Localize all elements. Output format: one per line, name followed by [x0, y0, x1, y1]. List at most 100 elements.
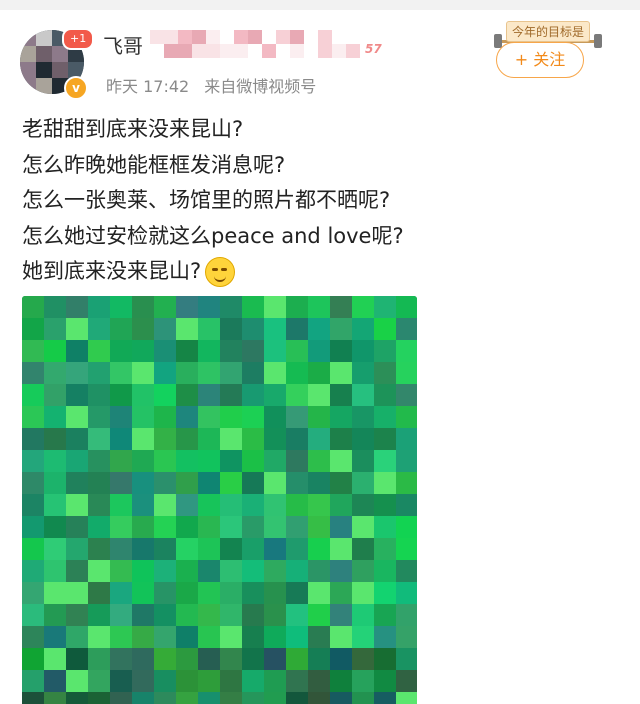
mosaic-cell — [44, 428, 66, 450]
name-mosaic-cell — [206, 44, 220, 58]
mosaic-cell — [66, 604, 88, 626]
mosaic-cell — [66, 626, 88, 648]
mosaic-cell — [374, 428, 396, 450]
mosaic-cell — [132, 494, 154, 516]
mosaic-cell — [220, 692, 242, 704]
name-mosaic-cell — [150, 30, 164, 44]
mosaic-cell — [110, 604, 132, 626]
mosaic-cell — [132, 692, 154, 704]
mosaic-cell — [22, 582, 44, 604]
mosaic-cell — [220, 428, 242, 450]
mosaic-cell — [198, 362, 220, 384]
mosaic-cell — [330, 450, 352, 472]
mosaic-cell — [242, 582, 264, 604]
mosaic-cell — [330, 472, 352, 494]
mosaic-cell — [242, 692, 264, 704]
mosaic-cell — [176, 538, 198, 560]
post-line: 怎么昨晚她能框框发消息呢? — [22, 152, 286, 177]
mosaic-cell — [154, 362, 176, 384]
mosaic-cell — [308, 340, 330, 362]
name-mosaic-cell — [234, 30, 248, 44]
mosaic-cell — [66, 692, 88, 704]
mosaic-cell — [88, 384, 110, 406]
notification-badge: +1 — [62, 28, 95, 50]
mosaic-cell — [264, 362, 286, 384]
mosaic-cell — [374, 648, 396, 670]
mosaic-cell — [220, 318, 242, 340]
mosaic-cell — [22, 406, 44, 428]
mosaic-cell — [286, 384, 308, 406]
mosaic-cell — [352, 626, 374, 648]
mosaic-cell — [374, 626, 396, 648]
mosaic-cell — [22, 604, 44, 626]
mosaic-cell — [264, 538, 286, 560]
mosaic-cell — [220, 516, 242, 538]
mosaic-cell — [396, 384, 417, 406]
mosaic-cell — [396, 362, 417, 384]
mosaic-cell — [220, 538, 242, 560]
mosaic-cell — [308, 538, 330, 560]
name-mosaic-cell — [192, 30, 206, 44]
avatar[interactable]: +1 v — [20, 28, 95, 100]
mosaic-cell — [308, 318, 330, 340]
mosaic-cell — [330, 670, 352, 692]
mosaic-cell — [330, 692, 352, 704]
mosaic-cell — [308, 670, 330, 692]
mosaic-cell — [198, 318, 220, 340]
mosaic-cell — [264, 648, 286, 670]
mosaic-cell — [308, 516, 330, 538]
name-mosaic-cell — [290, 44, 304, 58]
mosaic-cell — [88, 296, 110, 318]
mosaic-cell — [88, 516, 110, 538]
mosaic-cell — [176, 560, 198, 582]
mosaic-cell — [88, 604, 110, 626]
mosaic-cell — [330, 582, 352, 604]
mosaic-cell — [44, 406, 66, 428]
mosaic-cell — [264, 516, 286, 538]
mosaic-cell — [198, 406, 220, 428]
mosaic-cell — [154, 340, 176, 362]
mosaic-cell — [110, 670, 132, 692]
mosaic-cell — [88, 362, 110, 384]
mosaic-cell — [242, 384, 264, 406]
mosaic-cell — [242, 604, 264, 626]
mosaic-cell — [132, 384, 154, 406]
mosaic-cell — [330, 384, 352, 406]
username[interactable]: 飞哥 — [103, 30, 143, 59]
mosaic-cell — [374, 670, 396, 692]
mosaic-cell — [242, 362, 264, 384]
mosaic-cell — [396, 692, 417, 704]
mosaic-cell — [220, 626, 242, 648]
mosaic-cell — [110, 472, 132, 494]
mosaic-cell — [396, 318, 417, 340]
mosaic-cell — [286, 560, 308, 582]
mosaic-cell — [308, 406, 330, 428]
mosaic-cell — [88, 692, 110, 704]
name-mosaic-cell — [206, 30, 220, 44]
mosaic-cell — [88, 472, 110, 494]
dumbbell-weight-icon — [594, 34, 602, 48]
mosaic-cell — [66, 296, 88, 318]
mosaic-cell — [66, 362, 88, 384]
mosaic-cell — [22, 450, 44, 472]
post-time: 昨天 17:42 — [106, 77, 190, 96]
mosaic-cell — [44, 692, 66, 704]
mosaic-cell — [198, 582, 220, 604]
post-image[interactable] — [22, 296, 417, 704]
mosaic-cell — [88, 428, 110, 450]
mosaic-cell — [66, 538, 88, 560]
mosaic-cell — [264, 670, 286, 692]
mosaic-cell — [132, 604, 154, 626]
mosaic-cell — [198, 340, 220, 362]
post-source[interactable]: 来自微博视频号 — [204, 77, 316, 96]
name-mosaic-cell — [290, 30, 304, 44]
follow-button[interactable]: + 关注 — [496, 42, 584, 78]
mosaic-cell — [176, 516, 198, 538]
mosaic-cell — [374, 384, 396, 406]
mosaic-cell — [242, 450, 264, 472]
mosaic-cell — [66, 450, 88, 472]
mosaic-cell — [110, 516, 132, 538]
mosaic-cell — [374, 318, 396, 340]
mosaic-cell — [198, 384, 220, 406]
mosaic-cell — [154, 648, 176, 670]
